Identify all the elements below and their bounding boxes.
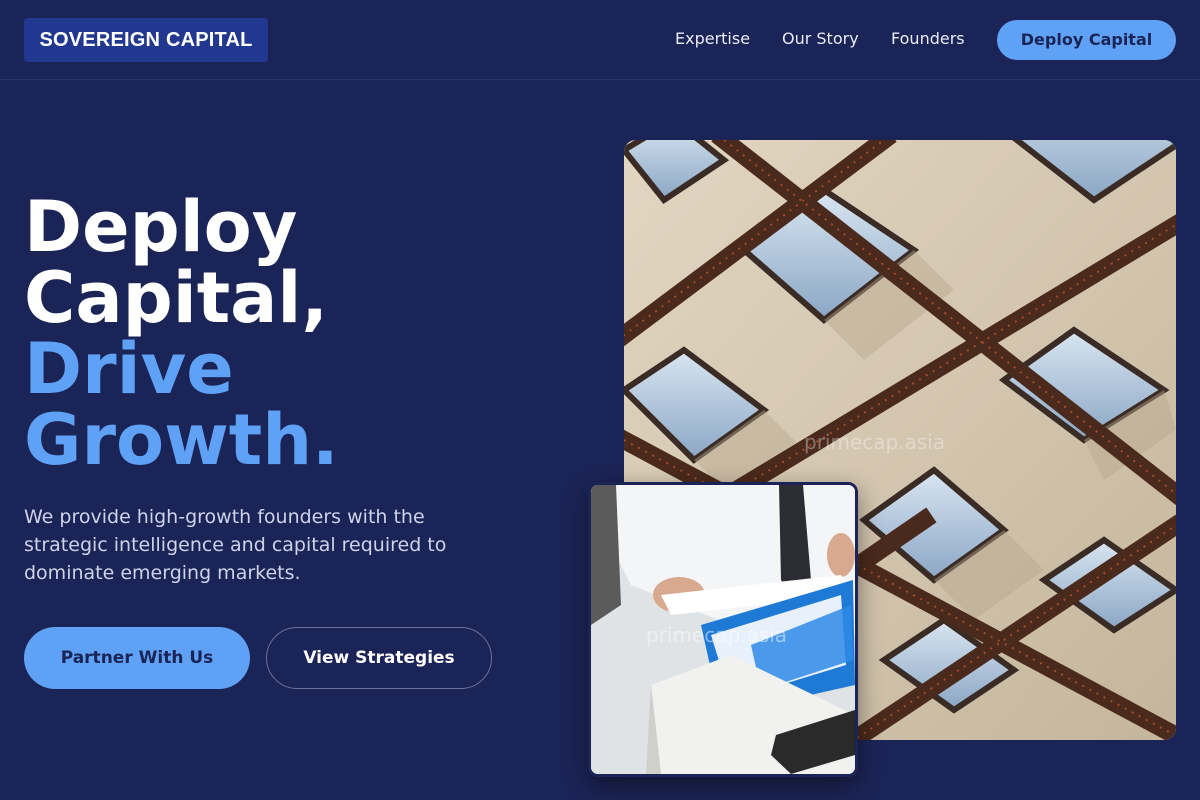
site-header: SOVEREIGN CAPITAL Expertise Our Story Fo… bbox=[0, 0, 1200, 80]
headline-line-4: Growth. bbox=[24, 399, 339, 481]
nav-link-expertise[interactable]: Expertise bbox=[675, 28, 750, 50]
headline-line-3: Drive bbox=[24, 328, 234, 410]
hero-description: We provide high-growth founders with the… bbox=[24, 506, 447, 584]
watermark-text: primecap.asia bbox=[804, 430, 946, 454]
nav-link-founders[interactable]: Founders bbox=[891, 28, 965, 50]
headline-line-1: Deploy bbox=[24, 186, 298, 268]
partner-with-us-button[interactable]: Partner With Us bbox=[24, 627, 250, 689]
hero-headline: Deploy Capital, Drive Growth. bbox=[24, 192, 584, 476]
brand-logo[interactable]: SOVEREIGN CAPITAL bbox=[24, 18, 268, 62]
nav-link-our-story[interactable]: Our Story bbox=[782, 28, 859, 50]
watermark-text: primecap.asia bbox=[646, 623, 788, 647]
headline-line-2: Capital, bbox=[24, 257, 328, 339]
documents-handoff-image: primecap.asia bbox=[588, 482, 858, 777]
view-strategies-button[interactable]: View Strategies bbox=[266, 627, 492, 689]
deploy-capital-button[interactable]: Deploy Capital bbox=[997, 20, 1176, 60]
